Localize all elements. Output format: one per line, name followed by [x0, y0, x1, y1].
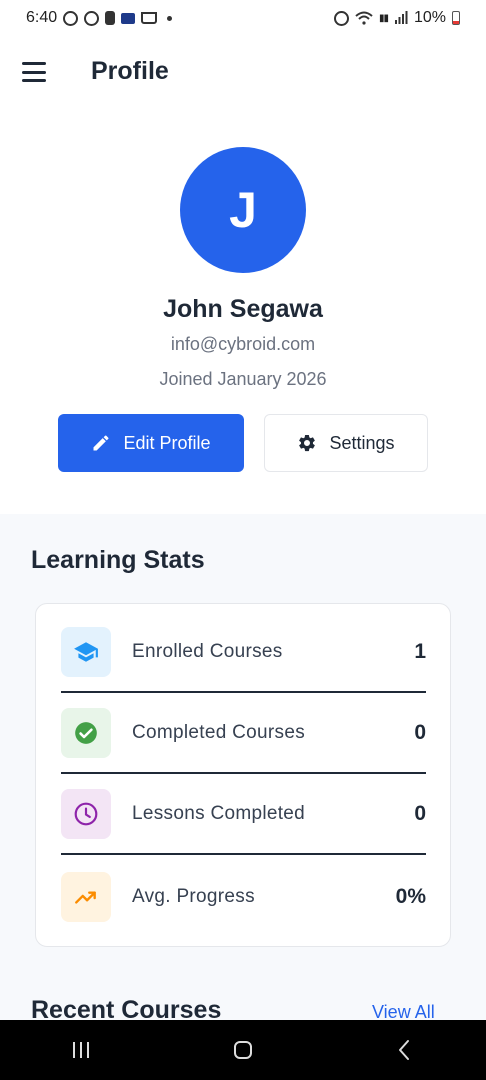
battery-percent: 10% [413, 9, 446, 26]
signal-icon [394, 11, 408, 24]
stat-label: Enrolled Courses [132, 640, 283, 662]
home-icon[interactable] [213, 1030, 273, 1070]
recents-icon[interactable] [51, 1030, 111, 1070]
trending-up-icon [75, 890, 96, 904]
learning-stats-title: Learning Stats [31, 546, 205, 574]
whatsapp-icon [84, 10, 100, 26]
stat-row-avg-progress: Avg. Progress 0% [61, 856, 426, 937]
alarm-icon [333, 10, 349, 26]
alert-icon [105, 11, 116, 25]
gear-icon [299, 434, 316, 452]
menu-icon[interactable] [22, 62, 48, 82]
app-bar: Profile [0, 40, 486, 104]
profile-email: info@cybroid.com [170, 334, 316, 354]
stat-value: 0 [414, 801, 426, 825]
clock-icon [74, 802, 98, 825]
profile-joined-date: Joined January 2026 [159, 369, 327, 389]
page-title: Profile [91, 57, 169, 85]
stat-value: 0 [414, 720, 426, 744]
back-icon[interactable] [375, 1030, 435, 1070]
volte-icon: ▮▮ [378, 12, 389, 24]
status-right: ▮▮ 10% [333, 9, 460, 27]
stat-label: Avg. Progress [132, 885, 255, 907]
stat-icon-box [61, 707, 111, 758]
stat-row-lessons-completed: Lessons Completed 0 [61, 774, 426, 855]
cart-icon [141, 12, 158, 24]
status-bar: 6:40 ▮▮ 10% [0, 0, 486, 36]
stat-label: Completed Courses [132, 721, 306, 743]
card-icon [121, 12, 136, 24]
stat-icon-box [61, 788, 111, 839]
stat-icon-box [61, 626, 111, 677]
settings-button[interactable]: Settings [264, 414, 428, 472]
edit-profile-label: Edit Profile [123, 432, 211, 453]
stat-icon-box [61, 871, 111, 922]
wifi-icon [355, 11, 373, 25]
edit-profile-button[interactable]: Edit Profile [58, 414, 244, 472]
dot-icon [167, 15, 173, 21]
profile-name: John Segawa [163, 295, 323, 323]
status-time: 6:40 [26, 9, 58, 26]
stat-row-completed-courses: Completed Courses 0 [61, 693, 426, 774]
status-left: 6:40 [26, 9, 173, 27]
system-nav-bar [0, 1020, 486, 1080]
stat-value: 1 [414, 639, 426, 663]
stats-card: Enrolled Courses 1 Completed Courses 0 L… [35, 603, 451, 947]
pencil-icon [93, 435, 109, 451]
stat-label: Lessons Completed [132, 802, 306, 824]
stats-section: Learning Stats Enrolled Courses 1 Comple… [0, 514, 486, 1024]
whatsapp-icon [63, 10, 79, 26]
graduation-cap-icon [74, 641, 98, 662]
settings-label: Settings [329, 432, 395, 453]
stat-row-enrolled: Enrolled Courses 1 [61, 612, 426, 693]
avatar: J [180, 147, 306, 273]
battery-icon [452, 11, 460, 25]
stat-value: 0% [395, 884, 426, 908]
check-circle-icon [75, 721, 97, 744]
